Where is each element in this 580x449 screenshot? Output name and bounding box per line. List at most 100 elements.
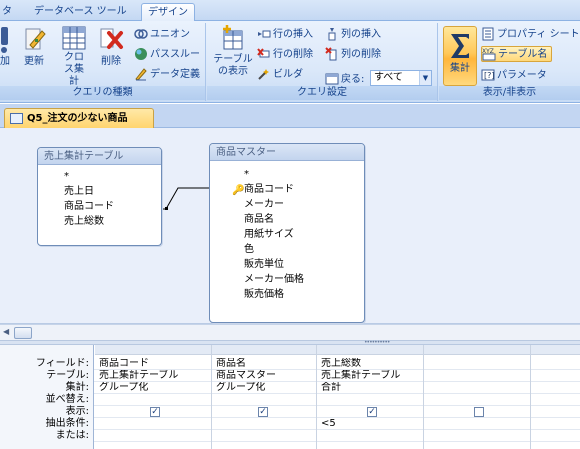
or-cell[interactable] xyxy=(216,430,314,442)
return-values-value: すべて xyxy=(374,72,403,83)
return-values-combo[interactable]: すべて ▼ xyxy=(370,70,432,86)
criteria-cell[interactable] xyxy=(428,418,528,430)
document-tab[interactable]: Q5_注文の少ない商品 xyxy=(4,108,154,129)
grid-column[interactable]: 商品コード 売上集計テーブル グループ化 ✓ xyxy=(95,345,212,449)
chevron-down-icon[interactable]: ▼ xyxy=(419,71,431,85)
table-sales-summary-title[interactable]: 売上集計テーブル xyxy=(38,148,161,165)
field-cell[interactable]: 商品名 xyxy=(216,358,314,370)
return-icon xyxy=(325,72,339,86)
grid-column[interactable]: 商品名 商品マスター グループ化 ✓ xyxy=(212,345,317,449)
union-icon xyxy=(134,27,148,41)
group-show-hide: 集計 プロパティ シート XYZ テーブル名 [?] パラメータ 表示/非表示 xyxy=(439,23,580,101)
show-checkbox[interactable]: ✓ xyxy=(367,407,377,417)
field-item[interactable]: * xyxy=(38,169,161,184)
field-item[interactable]: 商品名 xyxy=(210,212,364,227)
grid-column[interactable] xyxy=(424,345,531,449)
table-pane[interactable]: 売上集計テーブル * 売上日 商品コード 売上総数 商品マスター * 🔑 商品コ… xyxy=(0,128,580,324)
update-button[interactable]: 更新 xyxy=(18,25,50,68)
scroll-thumb[interactable] xyxy=(14,327,32,339)
crosstab-button[interactable]: クロス集計 xyxy=(54,25,94,88)
insert-column-label: 列の挿入 xyxy=(341,29,381,40)
table-product-master-title[interactable]: 商品マスター xyxy=(210,144,364,161)
or-cell[interactable] xyxy=(99,430,209,442)
show-table-label: テーブルの表示 xyxy=(213,54,253,77)
total-cell[interactable] xyxy=(428,382,528,394)
table-cell[interactable]: 売上集計テーブル xyxy=(321,370,421,382)
field-item[interactable]: 商品コード xyxy=(38,199,161,214)
grid-column[interactable] xyxy=(531,345,580,449)
totals-button[interactable]: 集計 xyxy=(443,26,477,86)
field-item[interactable]: 販売単位 xyxy=(210,257,364,272)
append-button[interactable]: 加 xyxy=(0,25,14,68)
passthrough-button[interactable]: パススルー xyxy=(134,47,200,63)
column-selector[interactable] xyxy=(531,345,580,355)
grid-column[interactable]: 売上総数 売上集計テーブル 合計 ✓ <5 xyxy=(317,345,424,449)
table-names-label: テーブル名 xyxy=(498,49,548,60)
show-checkbox[interactable]: ✓ xyxy=(258,407,268,417)
field-item[interactable]: 販売価格 xyxy=(210,287,364,302)
table-cell[interactable]: 商品マスター xyxy=(216,370,314,382)
field-cell[interactable] xyxy=(428,358,528,370)
crosstab-label: クロス集計 xyxy=(64,52,84,87)
field-item[interactable]: メーカー価格 xyxy=(210,272,364,287)
sort-cell[interactable] xyxy=(99,394,209,406)
field-item[interactable]: 売上日 xyxy=(38,184,161,199)
tab-create[interactable]: タ xyxy=(0,3,18,21)
column-selector[interactable] xyxy=(212,345,316,355)
column-selector[interactable] xyxy=(317,345,423,355)
horizontal-scrollbar[interactable]: ◀ xyxy=(0,324,580,340)
passthrough-label: パススルー xyxy=(150,49,200,60)
query-design-grid: フィールド: テーブル: 集計: 並べ替え: 表示: 抽出条件: または: 商品… xyxy=(0,345,580,449)
criteria-cell[interactable] xyxy=(216,418,314,430)
field-cell[interactable]: 売上総数 xyxy=(321,358,421,370)
insert-column-button[interactable]: 列の挿入 xyxy=(325,27,381,43)
tab-design[interactable]: デザイン xyxy=(141,3,195,21)
delete-row-label: 行の削除 xyxy=(273,49,313,60)
total-cell[interactable]: 合計 xyxy=(321,382,421,394)
show-table-button[interactable]: テーブルの表示 xyxy=(211,25,255,78)
delete-column-button[interactable]: 列の削除 xyxy=(325,47,381,63)
show-checkbox[interactable]: ✓ xyxy=(150,407,160,417)
show-checkbox[interactable] xyxy=(474,407,484,417)
field-item-primary-key[interactable]: 🔑 商品コード xyxy=(210,182,364,197)
document-tab-title: Q5_注文の少ない商品 xyxy=(27,113,128,124)
table-cell[interactable]: 売上集計テーブル xyxy=(99,370,209,382)
table-product-master[interactable]: 商品マスター * 🔑 商品コード メーカー 商品名 用紙サイズ 色 販売単位 メ… xyxy=(209,143,365,323)
data-definition-button[interactable]: データ定義 xyxy=(134,67,200,83)
table-sales-summary[interactable]: 売上集計テーブル * 売上日 商品コード 売上総数 xyxy=(37,147,162,246)
row-label-table: テーブル: xyxy=(46,370,89,381)
sort-cell[interactable] xyxy=(321,394,421,406)
property-sheet-button[interactable]: プロパティ シート xyxy=(481,27,580,43)
table-cell[interactable] xyxy=(428,370,528,382)
group-query-setup-label: クエリ設定 xyxy=(207,86,437,100)
totals-label: 集計 xyxy=(450,63,470,74)
table-sales-summary-fields: * 売上日 商品コード 売上総数 xyxy=(38,165,161,229)
sort-cell[interactable] xyxy=(428,394,528,406)
delete-button[interactable]: 削除 xyxy=(96,25,126,68)
union-button[interactable]: ユニオン xyxy=(134,27,190,43)
insert-row-button[interactable]: 行の挿入 xyxy=(257,27,313,43)
column-selector[interactable] xyxy=(95,345,211,355)
or-cell[interactable] xyxy=(428,430,528,442)
criteria-cell[interactable] xyxy=(99,418,209,430)
column-selector[interactable] xyxy=(424,345,530,355)
sort-cell[interactable] xyxy=(216,394,314,406)
definition-icon xyxy=(134,67,148,81)
criteria-cell[interactable]: <5 xyxy=(321,418,421,430)
or-cell[interactable] xyxy=(321,430,421,442)
field-item[interactable]: 売上総数 xyxy=(38,214,161,229)
parameters-button[interactable]: [?] パラメータ xyxy=(481,68,547,84)
delete-row-button[interactable]: 行の削除 xyxy=(257,47,313,63)
scroll-left-icon[interactable]: ◀ xyxy=(3,327,9,336)
field-item[interactable]: 用紙サイズ xyxy=(210,227,364,242)
group-query-type: 加 更新 クロス集計 削除 ユニオン パススルー データ定義 クエリの種類 xyxy=(0,23,206,101)
field-item[interactable]: * xyxy=(210,167,364,182)
total-cell[interactable]: グループ化 xyxy=(216,382,314,394)
table-names-button[interactable]: XYZ テーブル名 xyxy=(481,46,553,62)
total-cell[interactable]: グループ化 xyxy=(99,382,209,394)
field-item[interactable]: メーカー xyxy=(210,197,364,212)
field-item[interactable]: 色 xyxy=(210,242,364,257)
field-cell[interactable]: 商品コード xyxy=(99,358,209,370)
tab-database-tools[interactable]: データベース ツール xyxy=(28,3,133,21)
builder-button[interactable]: ビルダ xyxy=(257,67,303,83)
